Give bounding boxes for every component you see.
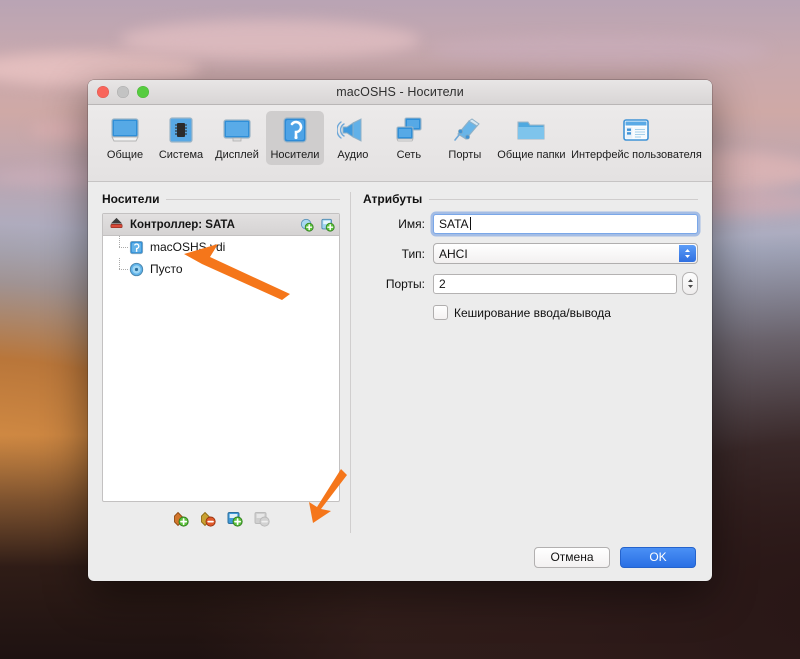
- storage-tree-toolbar: [102, 506, 340, 533]
- attributes-section-header: Атрибуты: [363, 192, 698, 206]
- tab-system-label: Система: [158, 149, 204, 161]
- attributes-section-label: Атрибуты: [363, 192, 423, 206]
- storage-section-header: Носители: [102, 192, 340, 206]
- ports-icon: [449, 114, 481, 146]
- settings-body: Носители Контроллер: SATA macOSHS.vdi Пу…: [88, 182, 712, 533]
- name-input-value: SATA: [439, 216, 469, 231]
- ports-label: Порты:: [385, 276, 425, 291]
- add-hard-disk-icon[interactable]: [299, 217, 314, 232]
- ports-field-row: Порты: 2: [363, 272, 698, 295]
- quantity-stepper[interactable]: [682, 272, 698, 295]
- tab-shared-folders[interactable]: Общие папки: [494, 111, 569, 165]
- ports-input[interactable]: 2: [433, 273, 677, 294]
- type-select-value: AHCI: [439, 246, 468, 261]
- settings-toolbar: Общие Система Дисплей Носители Аудио Сет…: [88, 105, 712, 182]
- remove-attachment-button[interactable]: [253, 511, 270, 528]
- network-icon: [393, 114, 425, 146]
- controller-header-row[interactable]: Контроллер: SATA: [103, 214, 339, 236]
- tab-storage-label: Носители: [270, 149, 320, 161]
- tab-general-label: Общие: [106, 149, 144, 161]
- window-title: macOSHS - Носители: [336, 85, 464, 99]
- ports-input-value: 2: [439, 276, 446, 291]
- text-caret: [469, 217, 471, 230]
- panes: Носители Контроллер: SATA macOSHS.vdi Пу…: [102, 192, 698, 533]
- storage-section-rule: [166, 198, 340, 200]
- type-select[interactable]: AHCI: [433, 243, 698, 264]
- optical-disc-icon: [128, 261, 144, 277]
- tab-audio[interactable]: Аудио: [326, 111, 380, 165]
- storage-pane: Носители Контроллер: SATA macOSHS.vdi Пу…: [102, 192, 340, 533]
- tab-ports[interactable]: Порты: [438, 111, 492, 165]
- tab-display[interactable]: Дисплей: [210, 111, 264, 165]
- controller-sata-icon: [109, 215, 124, 235]
- attributes-pane: Атрибуты Имя: SATA Тип: AHCI Порты: 2 Ке…: [363, 192, 698, 533]
- speaker-audio-icon: [336, 114, 369, 146]
- tab-storage[interactable]: Носители: [266, 111, 324, 165]
- cache-checkbox-label: Кеширование ввода/вывода: [454, 305, 611, 320]
- attachment-name: Пусто: [150, 262, 183, 276]
- table-row[interactable]: Пусто: [103, 258, 339, 280]
- monitor-general-icon: [109, 114, 141, 146]
- hard-disk-icon: [128, 239, 144, 255]
- tab-network-label: Сеть: [396, 149, 422, 161]
- add-attachment-button[interactable]: [226, 511, 243, 528]
- display-icon: [221, 114, 253, 146]
- remove-controller-button[interactable]: [199, 511, 216, 528]
- storage-disk-icon: [279, 114, 311, 146]
- user-interface-icon: [620, 114, 652, 146]
- add-controller-button[interactable]: [172, 511, 189, 528]
- tab-display-label: Дисплей: [215, 149, 259, 161]
- tab-user-interface-label: Интерфейс пользователя: [571, 149, 702, 161]
- pane-divider: [350, 192, 351, 533]
- attachment-name: macOSHS.vdi: [150, 240, 226, 254]
- tab-audio-label: Аудио: [337, 149, 369, 161]
- add-optical-drive-icon[interactable]: [320, 217, 335, 232]
- storage-section-label: Носители: [102, 192, 160, 206]
- tab-general[interactable]: Общие: [98, 111, 152, 165]
- window-titlebar[interactable]: macOSHS - Носители: [88, 80, 712, 105]
- type-field-row: Тип: AHCI: [363, 243, 698, 264]
- tab-user-interface[interactable]: Интерфейс пользователя: [571, 111, 702, 165]
- tab-network[interactable]: Сеть: [382, 111, 436, 165]
- virtualbox-settings-window: macOSHS - Носители Общие Система Дисплей…: [88, 80, 712, 581]
- controller-name: Контроллер: SATA: [130, 218, 235, 231]
- tab-shared-folders-label: Общие папки: [497, 149, 566, 161]
- storage-tree[interactable]: Контроллер: SATA macOSHS.vdi Пусто: [102, 213, 340, 502]
- desktop-wallpaper: macOSHS - Носители Общие Система Дисплей…: [0, 0, 800, 659]
- cancel-button[interactable]: Отмена: [534, 546, 610, 568]
- cache-checkbox-row[interactable]: Кеширование ввода/вывода: [433, 305, 698, 320]
- dialog-footer: Отмена OK: [88, 533, 712, 581]
- table-row[interactable]: macOSHS.vdi: [103, 236, 339, 258]
- attributes-section-rule: [429, 198, 698, 200]
- chip-system-icon: [165, 114, 197, 146]
- tab-system[interactable]: Система: [154, 111, 208, 165]
- name-field-row: Имя: SATA: [363, 213, 698, 234]
- type-label: Тип:: [401, 246, 425, 261]
- cache-checkbox[interactable]: [433, 305, 448, 320]
- ok-button[interactable]: OK: [620, 546, 696, 568]
- chevron-updown-icon[interactable]: [679, 245, 696, 262]
- name-label: Имя:: [398, 216, 425, 231]
- folder-shared-icon: [515, 114, 547, 146]
- tab-ports-label: Порты: [448, 149, 482, 161]
- name-input[interactable]: SATA: [433, 213, 698, 234]
